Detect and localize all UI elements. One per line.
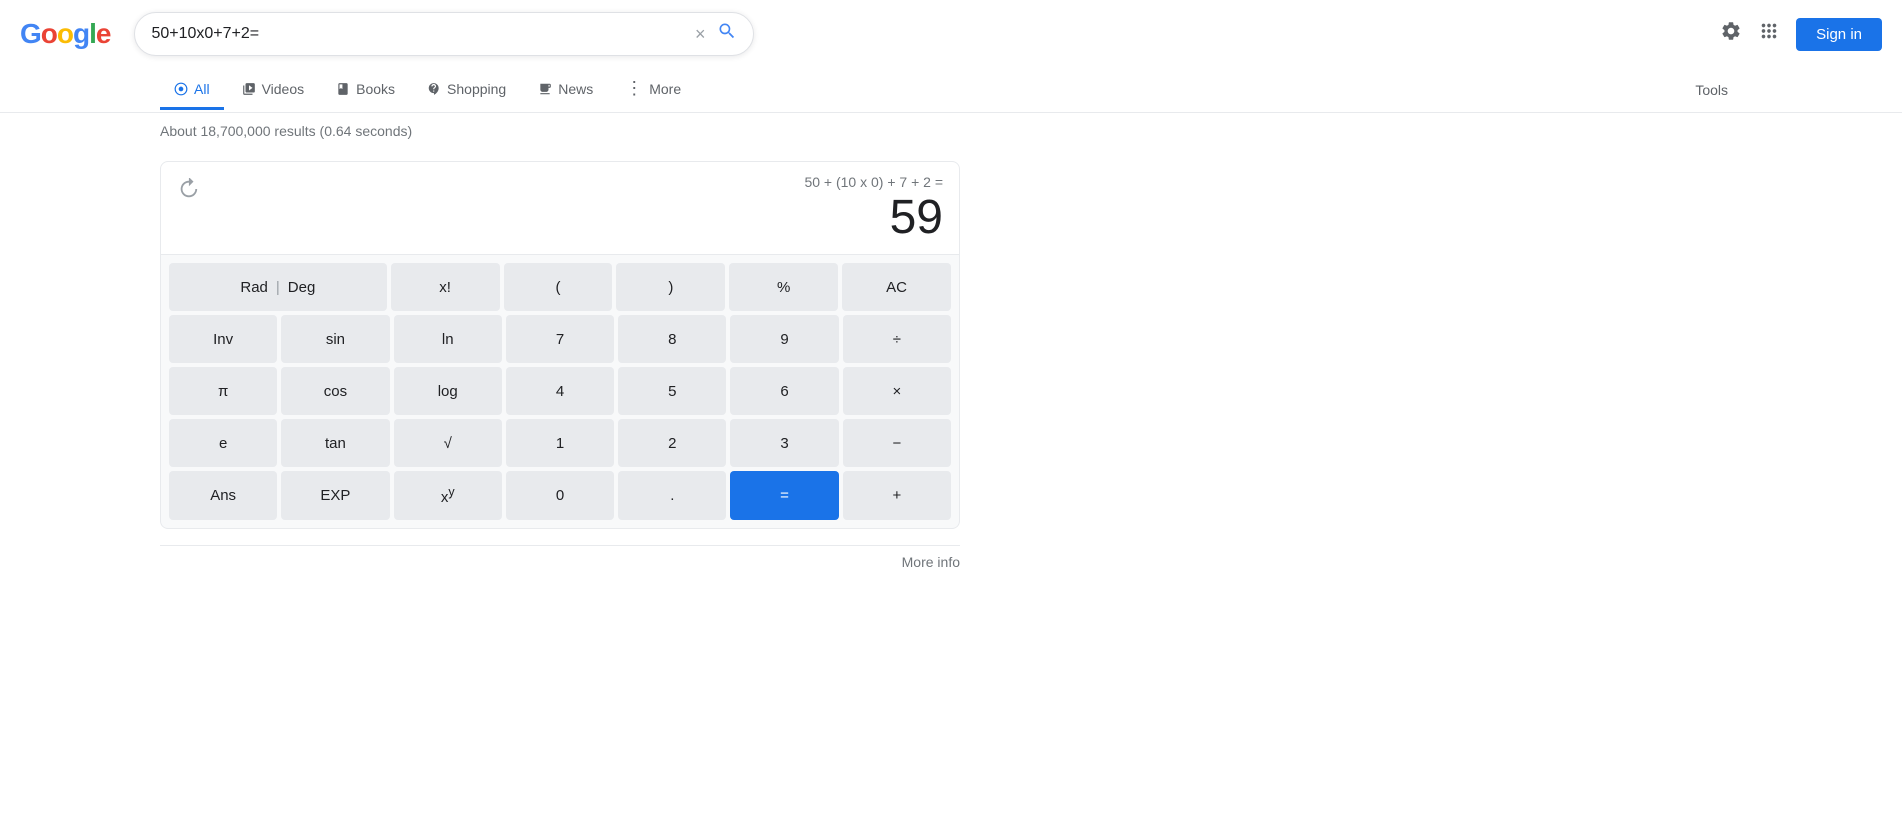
calc-btn-2[interactable]: 2 — [618, 419, 726, 467]
calc-btn-xy[interactable]: xy — [394, 471, 502, 520]
calc-btn-sin[interactable]: sin — [281, 315, 389, 363]
calc-row-2: Inv sin ln 7 8 9 ÷ — [169, 315, 951, 363]
history-icon[interactable] — [177, 178, 199, 206]
calc-btn-ans[interactable]: Ans — [169, 471, 277, 520]
more-dots-icon: ⋮ — [625, 78, 643, 99]
nav-item-books[interactable]: Books — [322, 71, 409, 110]
calc-btn-cos[interactable]: cos — [281, 367, 389, 415]
calc-expression: 50 + (10 x 0) + 7 + 2 = — [211, 174, 943, 190]
search-button[interactable] — [717, 21, 737, 47]
calc-btn-log[interactable]: log — [394, 367, 502, 415]
books-icon — [336, 82, 350, 96]
deg-label: Deg — [288, 279, 316, 296]
nav-item-videos[interactable]: Videos — [228, 71, 319, 110]
calc-btn-tan[interactable]: tan — [281, 419, 389, 467]
more-info[interactable]: More info — [160, 545, 960, 570]
clear-icon[interactable]: × — [695, 24, 706, 45]
calc-btn-9[interactable]: 9 — [730, 315, 838, 363]
calc-row-1: Rad | Deg x! ( ) % AC — [169, 263, 951, 311]
news-icon — [538, 82, 552, 96]
apps-icon[interactable] — [1758, 20, 1780, 48]
calc-btn-6[interactable]: 6 — [730, 367, 838, 415]
calc-btn-ln[interactable]: ln — [394, 315, 502, 363]
search-input[interactable] — [151, 25, 694, 43]
logo-e: e — [96, 18, 111, 50]
header: Google × Sign in — [0, 0, 1902, 68]
nav-bar: All Videos Books Shopping News ⋮ More To… — [0, 68, 1902, 113]
calc-result: 59 — [211, 194, 943, 242]
search-icon — [717, 21, 737, 41]
shopping-icon — [427, 82, 441, 96]
nav-item-all[interactable]: All — [160, 71, 224, 110]
calc-btn-close-paren[interactable]: ) — [616, 263, 725, 311]
search-bar: × — [134, 12, 754, 56]
calc-btn-inv[interactable]: Inv — [169, 315, 277, 363]
calc-btn-ac[interactable]: AC — [842, 263, 951, 311]
logo-G: G — [20, 18, 41, 50]
header-right: Sign in — [1720, 18, 1882, 51]
nav-item-shopping[interactable]: Shopping — [413, 71, 520, 110]
calc-expression-area: 50 + (10 x 0) + 7 + 2 = 59 — [211, 174, 943, 242]
calc-btn-sqrt[interactable]: √ — [394, 419, 502, 467]
calc-btn-e[interactable]: e — [169, 419, 277, 467]
calc-btn-7[interactable]: 7 — [506, 315, 614, 363]
nav-tools[interactable]: Tools — [1681, 72, 1742, 108]
all-icon — [174, 82, 188, 96]
calc-btn-pi[interactable]: π — [169, 367, 277, 415]
results-info: About 18,700,000 results (0.64 seconds) — [0, 117, 1902, 145]
calc-row-5: Ans EXP xy 0 . = + — [169, 471, 951, 520]
sign-in-button[interactable]: Sign in — [1796, 18, 1882, 51]
logo-o1: o — [41, 18, 57, 50]
calc-btn-8[interactable]: 8 — [618, 315, 726, 363]
calculator-buttons: Rad | Deg x! ( ) % AC Inv sin ln 7 8 9 ÷… — [160, 255, 960, 529]
calc-btn-multiply[interactable]: × — [843, 367, 951, 415]
calc-btn-exp[interactable]: EXP — [281, 471, 389, 520]
calc-btn-subtract[interactable]: − — [843, 419, 951, 467]
calc-btn-percent[interactable]: % — [729, 263, 838, 311]
settings-icon[interactable] — [1720, 20, 1742, 48]
videos-icon — [242, 82, 256, 96]
google-logo[interactable]: Google — [20, 18, 110, 50]
logo-o2: o — [57, 18, 73, 50]
calc-btn-divide[interactable]: ÷ — [843, 315, 951, 363]
calc-row-3: π cos log 4 5 6 × — [169, 367, 951, 415]
calc-btn-5[interactable]: 5 — [618, 367, 726, 415]
calc-btn-1[interactable]: 1 — [506, 419, 614, 467]
calc-btn-rad-deg[interactable]: Rad | Deg — [169, 263, 387, 311]
nav-item-news[interactable]: News — [524, 71, 607, 110]
rad-label: Rad — [240, 279, 268, 296]
logo-g: g — [73, 18, 89, 50]
calculator-display: 50 + (10 x 0) + 7 + 2 = 59 — [160, 161, 960, 255]
calc-btn-equals[interactable]: = — [730, 471, 838, 520]
calc-btn-dot[interactable]: . — [618, 471, 726, 520]
calc-row-4: e tan √ 1 2 3 − — [169, 419, 951, 467]
calc-btn-0[interactable]: 0 — [506, 471, 614, 520]
calc-btn-4[interactable]: 4 — [506, 367, 614, 415]
calc-btn-open-paren[interactable]: ( — [504, 263, 613, 311]
calc-btn-factorial[interactable]: x! — [391, 263, 500, 311]
calculator: 50 + (10 x 0) + 7 + 2 = 59 Rad | Deg x! … — [160, 161, 960, 529]
nav-item-more[interactable]: ⋮ More — [611, 68, 695, 112]
calc-btn-add[interactable]: + — [843, 471, 951, 520]
calc-btn-3[interactable]: 3 — [730, 419, 838, 467]
logo-l: l — [89, 18, 96, 50]
